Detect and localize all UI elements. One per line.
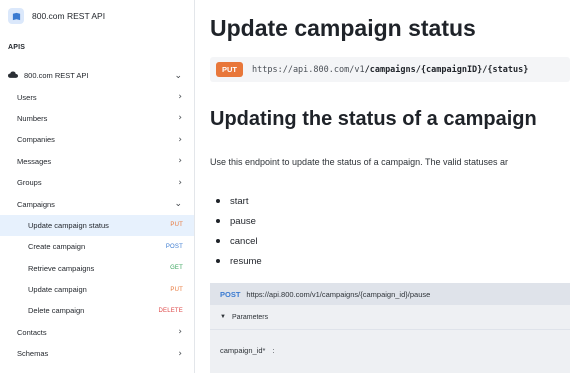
status-resume: resume	[230, 255, 262, 267]
page-title: Update campaign status	[210, 15, 476, 41]
status-start: start	[230, 195, 249, 207]
cloud-icon	[8, 71, 18, 80]
chevron-right-icon: ›	[178, 134, 182, 145]
status-cancel: cancel	[230, 235, 258, 247]
method-badge-delete: DELETE	[158, 307, 183, 314]
method-badge-put: PUT	[216, 62, 243, 77]
sidebar-item-label: Update campaign	[28, 285, 87, 295]
request-url: https://api.800.com/v1/campaigns/{campai…	[246, 289, 431, 299]
caret-down-icon: ▼	[220, 314, 226, 320]
status-list: start pause cancel resume	[216, 191, 262, 271]
sidebar-item-users[interactable]: Users ›	[0, 86, 194, 107]
chevron-right-icon: ›	[178, 327, 182, 338]
sidebar-item-create-campaign[interactable]: Create campaign POST	[0, 236, 194, 257]
sidebar-item-label: Campaigns	[17, 199, 55, 209]
main-content: Update campaign status PUT https://api.8…	[196, 0, 570, 373]
sidebar-item-label: Groups	[17, 178, 42, 188]
brand[interactable]: 800.com REST API	[0, 0, 194, 32]
sidebar-item-label: Retrieve campaigns	[28, 263, 95, 273]
sidebar-item-campaigns[interactable]: Campaigns ⌄	[0, 193, 194, 214]
method-badge-post: POST	[220, 289, 241, 299]
param-colon: :	[272, 346, 275, 355]
chevron-right-icon: ›	[178, 348, 182, 359]
sidebar-item-numbers[interactable]: Numbers ›	[0, 108, 194, 129]
sidebar-item-retrieve-campaigns[interactable]: Retrieve campaigns GET	[0, 258, 194, 279]
section-title: Updating the status of a campaign	[210, 108, 537, 130]
sidebar-item-800-rest-api[interactable]: 800.com REST API ⌄	[0, 65, 194, 86]
sidebar-nav: 800.com REST API ⌄ Users › Numbers › Com…	[0, 65, 194, 364]
method-badge-post: POST	[165, 243, 183, 250]
endpoint-url: https://api.800.com/v1/campaigns/{campai…	[252, 65, 528, 75]
sidebar-item-label: Users	[17, 92, 37, 102]
method-badge-put: PUT	[170, 286, 183, 293]
chevron-right-icon: ›	[178, 92, 182, 103]
sidebar-item-update-campaign[interactable]: Update campaign PUT	[0, 279, 194, 300]
sidebar-item-groups[interactable]: Groups ›	[0, 172, 194, 193]
chevron-down-icon: ⌄	[174, 199, 182, 210]
intro-text: Use this endpoint to update the status o…	[210, 157, 509, 167]
sidebar-item-label: Update campaign status	[28, 220, 109, 230]
section-label-apis: APIS	[8, 44, 26, 51]
sidebar-item-label: Schemas	[17, 349, 49, 359]
sidebar-item-messages[interactable]: Messages ›	[0, 151, 194, 172]
sidebar-item-delete-campaign[interactable]: Delete campaign DELETE	[0, 300, 194, 321]
endpoint-bar[interactable]: PUT https://api.800.com/v1/campaigns/{ca…	[210, 57, 570, 82]
chevron-right-icon: ›	[178, 156, 182, 167]
bullet-icon	[216, 259, 220, 263]
sidebar-item-label: Numbers	[17, 113, 48, 123]
sidebar-item-contacts[interactable]: Contacts ›	[0, 322, 194, 343]
sidebar-item-label: Create campaign	[28, 242, 86, 252]
book-icon	[8, 8, 24, 24]
brand-title: 800.com REST API	[32, 11, 106, 21]
sidebar-item-label: Delete campaign	[28, 306, 85, 316]
list-item: pause	[216, 211, 262, 231]
request-panel-header[interactable]: POST https://api.800.com/v1/campaigns/{c…	[210, 283, 570, 305]
endpoint-url-base: https://api.800.com/v1	[252, 64, 365, 75]
chevron-right-icon: ›	[178, 113, 182, 124]
bullet-icon	[216, 239, 220, 243]
endpoint-url-path: /campaigns/{campaignID}/{status}	[364, 64, 529, 75]
sidebar-item-label: Contacts	[17, 327, 47, 337]
bullet-icon	[216, 219, 220, 223]
chevron-down-icon: ⌄	[174, 70, 182, 81]
sidebar-item-label: 800.com REST API	[24, 71, 89, 81]
chevron-right-icon: ›	[178, 177, 182, 188]
method-badge-put: PUT	[170, 222, 183, 229]
sidebar-item-label: Companies	[17, 135, 55, 145]
sidebar-item-update-campaign-status[interactable]: Update campaign status PUT	[0, 214, 194, 237]
list-item: start	[216, 191, 262, 211]
list-item: resume	[216, 251, 262, 271]
bullet-icon	[216, 199, 220, 203]
sidebar-item-companies[interactable]: Companies ›	[0, 129, 194, 150]
method-badge-get: GET	[170, 265, 183, 272]
status-pause: pause	[230, 215, 256, 227]
param-row: campaign_id*:	[220, 346, 275, 355]
sidebar-item-schemas[interactable]: Schemas ›	[0, 343, 194, 364]
list-item: cancel	[216, 231, 262, 251]
sidebar-item-label: Messages	[17, 156, 52, 166]
param-name: campaign_id*	[220, 346, 266, 355]
parameters-toggle[interactable]: ▼ Parameters	[210, 305, 570, 330]
sidebar: 800.com REST API APIS 800.com REST API ⌄…	[0, 0, 195, 373]
request-panel: POST https://api.800.com/v1/campaigns/{c…	[210, 283, 570, 373]
parameters-label: Parameters	[231, 313, 269, 321]
